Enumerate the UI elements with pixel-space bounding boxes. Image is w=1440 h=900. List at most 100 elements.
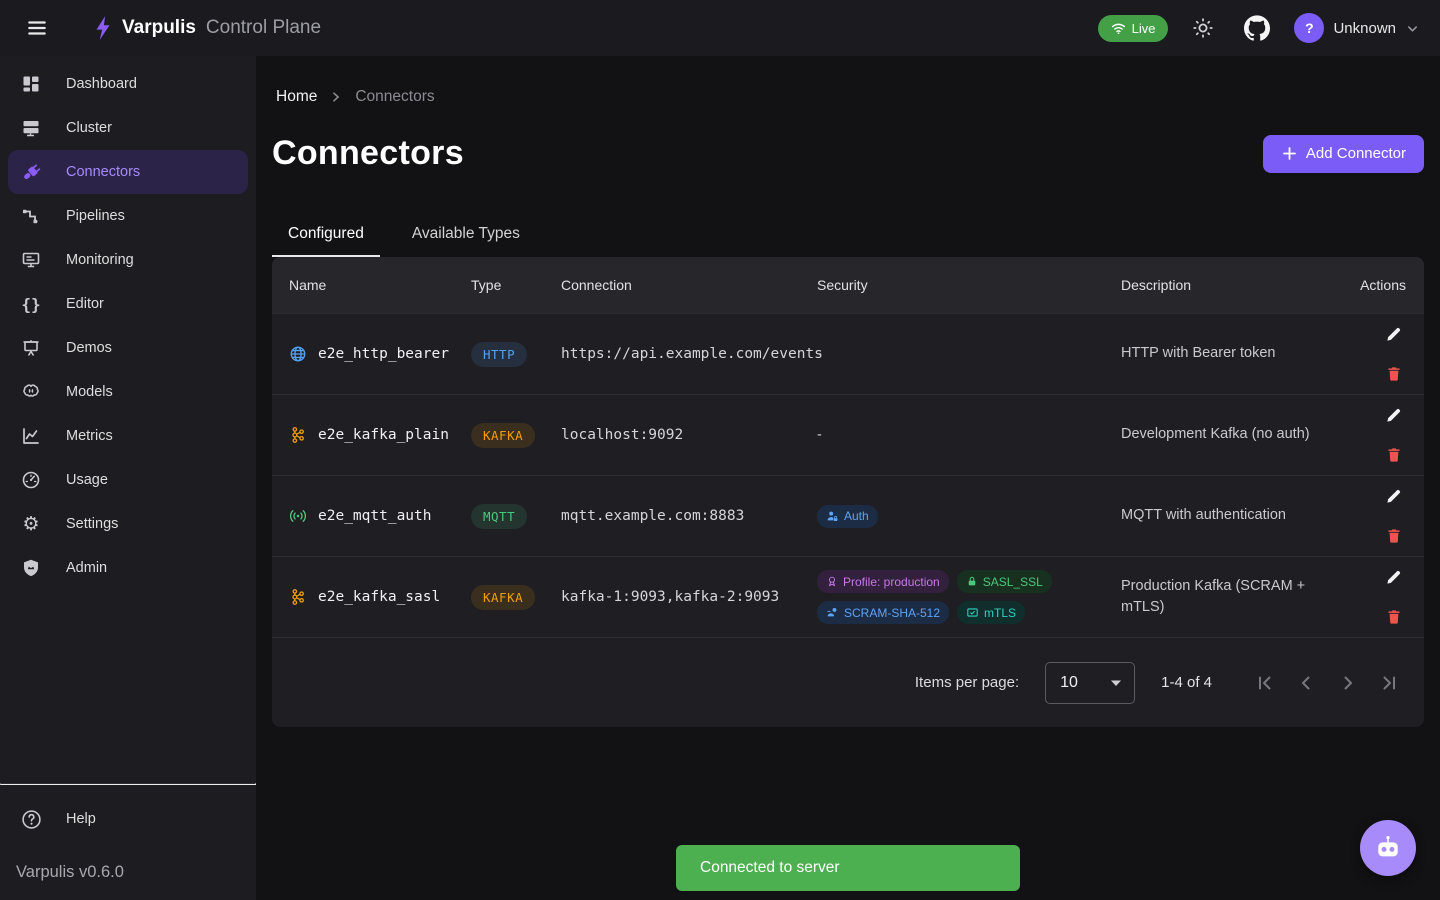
main-content: Home Connectors Connectors Add Connector… [256,56,1440,900]
globe-icon [289,345,307,363]
assistant-fab-button[interactable] [1360,820,1416,876]
add-connector-button[interactable]: Add Connector [1263,135,1424,173]
table-row: e2e_kafka_sasl KAFKA kafka-1:9093,kafka-… [272,556,1424,637]
breadcrumb-home-link[interactable]: Home [276,88,317,106]
delete-button[interactable] [1384,363,1404,384]
connector-type-cell: MQTT [454,504,544,529]
broadcast-icon [289,507,307,525]
table-row: e2e_http_bearer HTTP https://api.example… [272,313,1424,394]
sidebar-item-label: Pipelines [66,208,125,224]
sidebar-item-pipelines[interactable]: Pipelines [8,194,248,238]
table-pagination: Items per page: 10 1-4 of 4 [272,637,1424,727]
sidebar-item-dashboard[interactable]: Dashboard [8,62,248,106]
theme-toggle-button[interactable] [1186,11,1220,45]
connector-security-cell: Profile: production SASL_SSL SCRAM-SHA-5… [800,570,1104,624]
topbar-right: Live ? Unknown [1098,9,1420,47]
tab-configured[interactable]: Configured [272,215,380,257]
brand-name: Varpulis [122,17,196,39]
pagination-range: 1-4 of 4 [1161,674,1212,691]
column-header-actions: Actions [1338,277,1424,293]
lock-icon [966,575,978,588]
brain-icon [20,382,42,402]
delete-button[interactable] [1384,525,1404,546]
connector-name-cell: e2e_http_bearer [272,345,454,363]
edit-button[interactable] [1383,405,1404,426]
column-header-security: Security [800,277,1104,293]
user-lock-icon [826,510,839,523]
kafka-icon [289,588,307,606]
sidebar-item-demos[interactable]: Demos [8,326,248,370]
top-bar: Varpulis Control Plane Live ? Unknown [0,0,1440,56]
sidebar-item-usage[interactable]: Usage [8,458,248,502]
plug-icon [20,162,42,183]
connector-name: e2e_kafka_sasl [318,589,440,605]
previous-page-button[interactable] [1290,667,1322,699]
line-chart-icon [20,426,42,446]
sidebar-item-label: Usage [66,472,108,488]
hamburger-icon [26,17,48,39]
trash-icon [1386,365,1402,382]
connector-security-cell: - [800,346,1104,362]
sidebar-item-label: Help [66,811,96,827]
robot-icon [1374,834,1402,862]
last-page-button[interactable] [1374,667,1406,699]
live-status-badge[interactable]: Live [1098,15,1169,42]
type-badge: KAFKA [471,423,535,448]
sidebar-divider [0,783,256,785]
tab-available-types[interactable]: Available Types [396,215,536,257]
edit-button[interactable] [1383,324,1404,345]
edit-button[interactable] [1383,486,1404,507]
connector-description: Development Kafka (no auth) [1104,424,1338,445]
brand-suffix: Control Plane [206,17,321,39]
column-header-description: Description [1104,277,1338,293]
connector-connection: mqtt.example.com:8883 [544,508,800,524]
connector-connection: localhost:9092 [544,427,800,443]
row-actions [1338,405,1424,465]
sidebar-item-help[interactable]: Help [8,797,248,841]
connector-name: e2e_mqtt_auth [318,508,432,524]
connector-name: e2e_kafka_plain [318,427,449,443]
sidebar-item-editor[interactable]: {} Editor [8,282,248,326]
sidebar-item-connectors[interactable]: Connectors [8,150,248,194]
github-link-button[interactable] [1238,9,1276,47]
sidebar-item-metrics[interactable]: Metrics [8,414,248,458]
user-menu[interactable]: ? Unknown [1294,13,1420,43]
sun-icon [1192,17,1214,39]
connector-type-cell: KAFKA [454,585,544,610]
first-page-button[interactable] [1248,667,1280,699]
security-empty: - [817,427,822,443]
security-badge-label: Auth [844,509,869,523]
easel-icon [20,338,42,358]
sidebar-item-label: Settings [66,516,118,532]
pencil-icon [1385,326,1402,343]
chevron-right-icon [329,90,343,104]
delete-button[interactable] [1384,444,1404,465]
chevron-right-icon [1338,673,1358,693]
sidebar-item-models[interactable]: Models [8,370,248,414]
edit-button[interactable] [1383,567,1404,588]
trash-icon [1386,527,1402,544]
sidebar-item-monitoring[interactable]: Monitoring [8,238,248,282]
next-page-button[interactable] [1332,667,1364,699]
sidebar-item-admin[interactable]: Admin [8,546,248,590]
gear-icon: ⚙ [20,515,42,534]
sidebar: Dashboard Cluster Connectors Pipelines M… [0,56,256,900]
delete-button[interactable] [1384,606,1404,627]
items-per-page-label: Items per page: [915,674,1019,691]
security-badge-label: SCRAM-SHA-512 [844,606,940,620]
page-header: Connectors Add Connector [256,106,1440,173]
column-header-type: Type [454,277,544,293]
chevron-left-icon [1296,673,1316,693]
pencil-icon [1385,488,1402,505]
sidebar-item-settings[interactable]: ⚙ Settings [8,502,248,546]
connector-name-cell: e2e_kafka_plain [272,426,454,444]
security-badge-label: Profile: production [843,575,940,589]
security-badge-label: SASL_SSL [983,575,1043,589]
gauge-icon [20,470,42,490]
sidebar-item-cluster[interactable]: Cluster [8,106,248,150]
hamburger-menu-button[interactable] [20,11,54,45]
security-badge-profile: Profile: production [817,570,949,593]
items-per-page-select[interactable]: 10 [1045,662,1135,704]
connector-name-cell: e2e_mqtt_auth [272,507,454,525]
security-empty: - [817,346,822,362]
